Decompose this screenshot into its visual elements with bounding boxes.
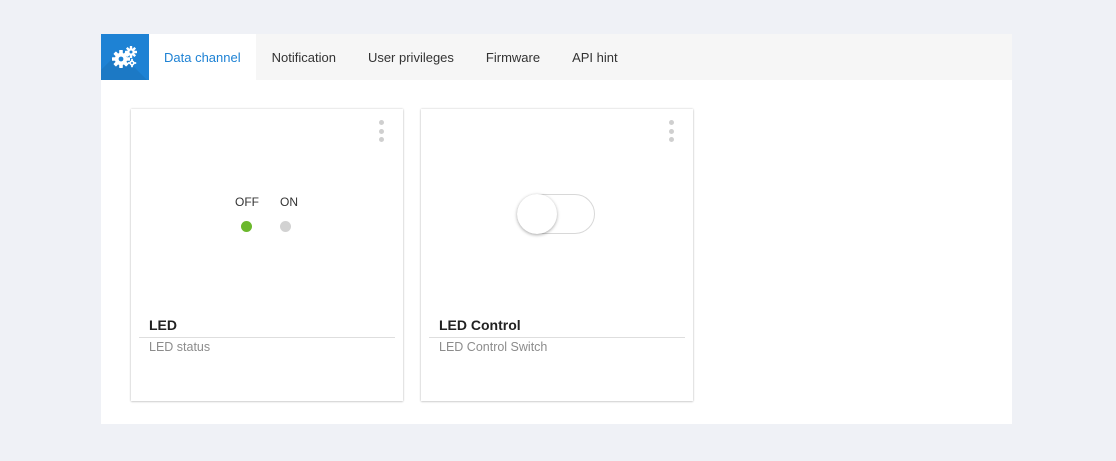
card-menu-icon[interactable] bbox=[667, 120, 675, 142]
tab-firmware[interactable]: Firmware bbox=[470, 34, 556, 80]
card-divider bbox=[429, 337, 685, 338]
led-status-card: OFF ON LED LED status bbox=[131, 109, 403, 401]
card-menu-icon[interactable] bbox=[377, 120, 385, 142]
card-divider bbox=[139, 337, 395, 338]
led-control-card: LED Control LED Control Switch bbox=[421, 109, 693, 401]
led-toggle-switch[interactable] bbox=[517, 194, 595, 234]
led-off-label: OFF bbox=[235, 195, 259, 209]
card-title: LED Control bbox=[439, 317, 521, 333]
tab-user-privileges[interactable]: User privileges bbox=[352, 34, 470, 80]
toggle-knob[interactable] bbox=[517, 194, 557, 234]
card-subtitle: LED status bbox=[149, 340, 211, 354]
led-indicator: OFF ON bbox=[232, 195, 304, 241]
led-on-dot-icon bbox=[280, 221, 291, 232]
led-off-dot-icon bbox=[241, 221, 252, 232]
settings-button[interactable] bbox=[101, 34, 149, 80]
card-subtitle: LED Control Switch bbox=[439, 340, 548, 354]
tab-bar: Data channel Notification User privilege… bbox=[101, 34, 1012, 80]
tab-data-channel[interactable]: Data channel bbox=[149, 34, 256, 80]
device-panel: Data channel Notification User privilege… bbox=[101, 34, 1012, 424]
tab-notification[interactable]: Notification bbox=[256, 34, 352, 80]
card-title: LED bbox=[149, 317, 177, 333]
led-on-label: ON bbox=[280, 195, 298, 209]
tab-api-hint[interactable]: API hint bbox=[556, 34, 634, 80]
gears-icon bbox=[112, 46, 137, 68]
